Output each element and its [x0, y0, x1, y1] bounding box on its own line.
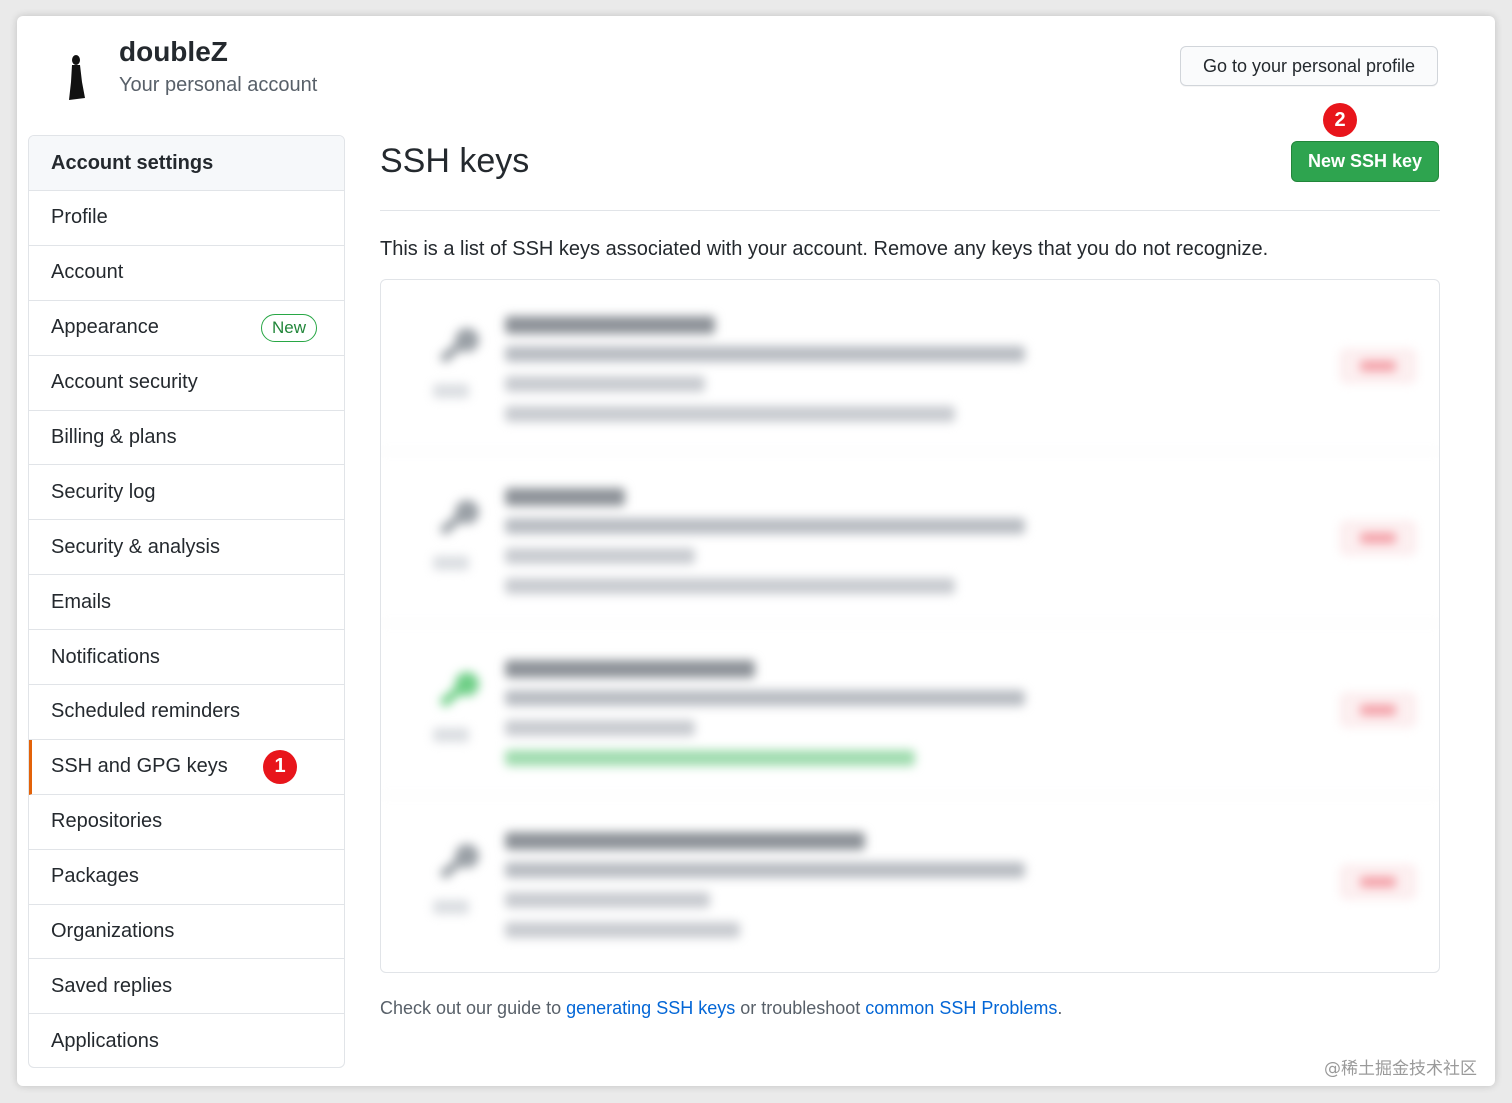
sidebar-item-security-log[interactable]: Security log: [29, 465, 344, 521]
delete-key-button[interactable]: [1341, 694, 1415, 726]
key-title: [505, 832, 865, 850]
key-last-used: [505, 406, 955, 422]
sidebar-item-label: Security & analysis: [51, 535, 220, 558]
delete-key-button[interactable]: [1341, 522, 1415, 554]
intro-text: This is a list of SSH keys associated wi…: [380, 238, 1269, 260]
go-to-profile-button[interactable]: Go to your personal profile: [1180, 46, 1438, 86]
generating-ssh-keys-link[interactable]: generating SSH keys: [566, 998, 735, 1018]
key-last-used: [505, 922, 740, 938]
sidebar-item-label: Applications: [51, 1030, 159, 1053]
footer-guide-text: Check out our guide to generating SSH ke…: [380, 998, 1062, 1019]
sidebar-item-account-security[interactable]: Account security: [29, 356, 344, 411]
account-header: doubleZ Your personal account Go to your…: [17, 16, 1495, 126]
sidebar-item-label: Appearance: [51, 316, 159, 339]
ssh-key-item: [381, 280, 1439, 452]
key-type-label: [433, 728, 469, 742]
sidebar-item-label: Notifications: [51, 645, 160, 668]
common-ssh-problems-link[interactable]: common SSH Problems: [865, 998, 1057, 1018]
sidebar-item-profile[interactable]: Profile: [29, 191, 344, 246]
key-type-label: [433, 384, 469, 398]
sidebar-item-repositories[interactable]: Repositories: [29, 795, 344, 850]
sidebar-item-label: Account security: [51, 371, 198, 394]
key-fingerprint: [505, 862, 1025, 878]
sidebar-item-billing-plans[interactable]: Billing & plans: [29, 411, 344, 466]
key-icon: [439, 328, 479, 364]
sidebar-item-label: Repositories: [51, 810, 163, 833]
key-type-label: [433, 556, 469, 570]
page-title: SSH keys: [380, 142, 530, 180]
sidebar-item-label: Organizations: [51, 920, 175, 943]
sidebar-item-label: Account: [51, 261, 124, 284]
sidebar-item-organizations[interactable]: Organizations: [29, 905, 344, 960]
key-title: [505, 488, 625, 506]
sidebar-item-security-analysis[interactable]: Security & analysis: [29, 520, 344, 576]
account-subtitle: Your personal account: [119, 74, 318, 96]
key-added-date: [505, 720, 695, 736]
ssh-key-item: [381, 452, 1439, 624]
settings-sidebar: Account settings Profile Account Appeara…: [28, 135, 345, 1068]
sidebar-item-label: Security log: [51, 480, 156, 503]
step-marker-2: 2: [1323, 103, 1357, 137]
title-divider: [380, 210, 1440, 211]
key-last-used: [505, 750, 915, 766]
new-ssh-key-button[interactable]: New SSH key: [1291, 141, 1439, 182]
key-icon: [439, 672, 479, 708]
key-icon: [439, 844, 479, 880]
sidebar-item-label: Saved replies: [51, 974, 173, 997]
delete-key-button[interactable]: [1341, 866, 1415, 898]
ssh-key-item: [381, 624, 1439, 796]
sidebar-item-packages[interactable]: Packages: [29, 850, 344, 905]
key-added-date: [505, 892, 710, 908]
sidebar-item-saved-replies[interactable]: Saved replies: [29, 959, 344, 1015]
key-icon: [439, 500, 479, 536]
key-fingerprint: [505, 346, 1025, 362]
sidebar-item-label: Scheduled reminders: [51, 700, 240, 723]
account-name: doubleZ: [119, 36, 228, 67]
avatar[interactable]: [63, 54, 89, 102]
key-type-label: [433, 900, 469, 914]
delete-key-button[interactable]: [1341, 350, 1415, 382]
key-fingerprint: [505, 518, 1025, 534]
sidebar-item-label: Packages: [51, 865, 139, 888]
sidebar-item-account[interactable]: Account: [29, 246, 344, 301]
sidebar-item-label: Billing & plans: [51, 426, 177, 448]
sidebar-item-applications[interactable]: Applications: [29, 1014, 344, 1067]
key-added-date: [505, 376, 705, 392]
settings-window: doubleZ Your personal account Go to your…: [17, 16, 1495, 1086]
key-last-used: [505, 578, 955, 594]
ssh-key-item: [381, 796, 1439, 968]
sidebar-item-scheduled-reminders[interactable]: Scheduled reminders: [29, 685, 344, 740]
key-title: [505, 660, 755, 678]
ssh-key-list: [380, 279, 1440, 973]
footer-suffix: .: [1057, 998, 1063, 1018]
footer-middle: or troubleshoot: [735, 998, 866, 1018]
watermark: @稀土掘金技术社区: [1324, 1059, 1477, 1079]
sidebar-item-label: SSH and GPG keys: [51, 755, 228, 778]
sidebar-item-emails[interactable]: Emails: [29, 575, 344, 631]
new-badge: New: [261, 313, 318, 342]
sidebar-item-notifications[interactable]: Notifications: [29, 630, 344, 686]
footer-prefix: Check out our guide to: [380, 998, 567, 1018]
sidebar-item-appearance[interactable]: Appearance New: [29, 301, 344, 356]
key-added-date: [505, 548, 695, 564]
sidebar-item-ssh-gpg-keys[interactable]: SSH and GPG keys 1: [29, 739, 344, 795]
key-fingerprint: [505, 690, 1025, 706]
key-title: [505, 316, 715, 334]
sidebar-item-label: Profile: [51, 206, 108, 229]
step-marker-1: 1: [263, 749, 297, 784]
sidebar-item-label: Emails: [51, 590, 112, 613]
sidebar-heading: Account settings: [29, 136, 344, 191]
